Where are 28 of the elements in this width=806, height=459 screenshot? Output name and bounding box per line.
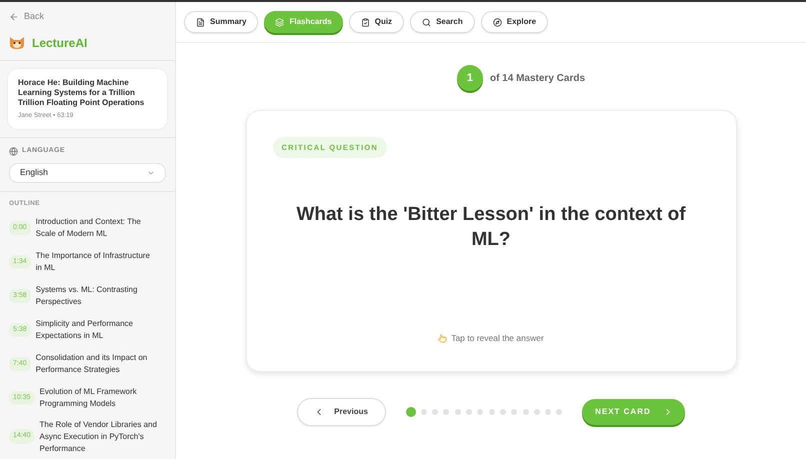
compass-icon [492, 18, 502, 26]
search-icon [422, 18, 432, 26]
brand-name: LectureAI [32, 34, 88, 52]
previous-button[interactable]: Previous [296, 398, 386, 426]
tab[interactable]: Explore [480, 11, 548, 33]
outline-title: The Importance of Infrastructure in ML [36, 250, 151, 274]
outline-title: Consolidation and its Impact on Performance Strategies [36, 352, 148, 376]
document-icon [196, 18, 205, 26]
pointing-hand-icon [438, 334, 448, 344]
language-select[interactable]: English [9, 162, 166, 183]
card-count: of 14 Mastery Cards [490, 72, 586, 86]
tab[interactable]: Quiz [348, 11, 404, 33]
tab[interactable]: Summary [184, 11, 258, 33]
video-title: Horace He: Building Machine Learning Systems for a Trillion Trillion Floating Point Operations [18, 78, 146, 108]
layers-icon [275, 18, 284, 26]
outline-title: The Role of Vendor Libraries and Async Execution in PyTorch's Performance [40, 418, 158, 454]
reveal-hint: Tap to reveal the answer [451, 332, 544, 345]
question-text: What is the 'Bitter Lesson' in the context of ML? [295, 203, 687, 252]
globe-icon [9, 147, 18, 156]
cat-logo-icon [9, 36, 25, 50]
card-number-badge: 1 [456, 65, 483, 91]
outline-title: Evolution of ML Framework Programming Models [40, 386, 138, 410]
outline-title: Systems vs. ML: Contrasting Perspectives [36, 284, 138, 308]
outline-title: Simplicity and Performance Expectations in ML [36, 318, 134, 342]
outline-title: Introduction and Context: The Scale of Modern ML [36, 216, 142, 240]
tab[interactable]: Search [410, 11, 475, 33]
back-arrow-icon [9, 12, 19, 22]
clipboard-icon [360, 18, 370, 26]
